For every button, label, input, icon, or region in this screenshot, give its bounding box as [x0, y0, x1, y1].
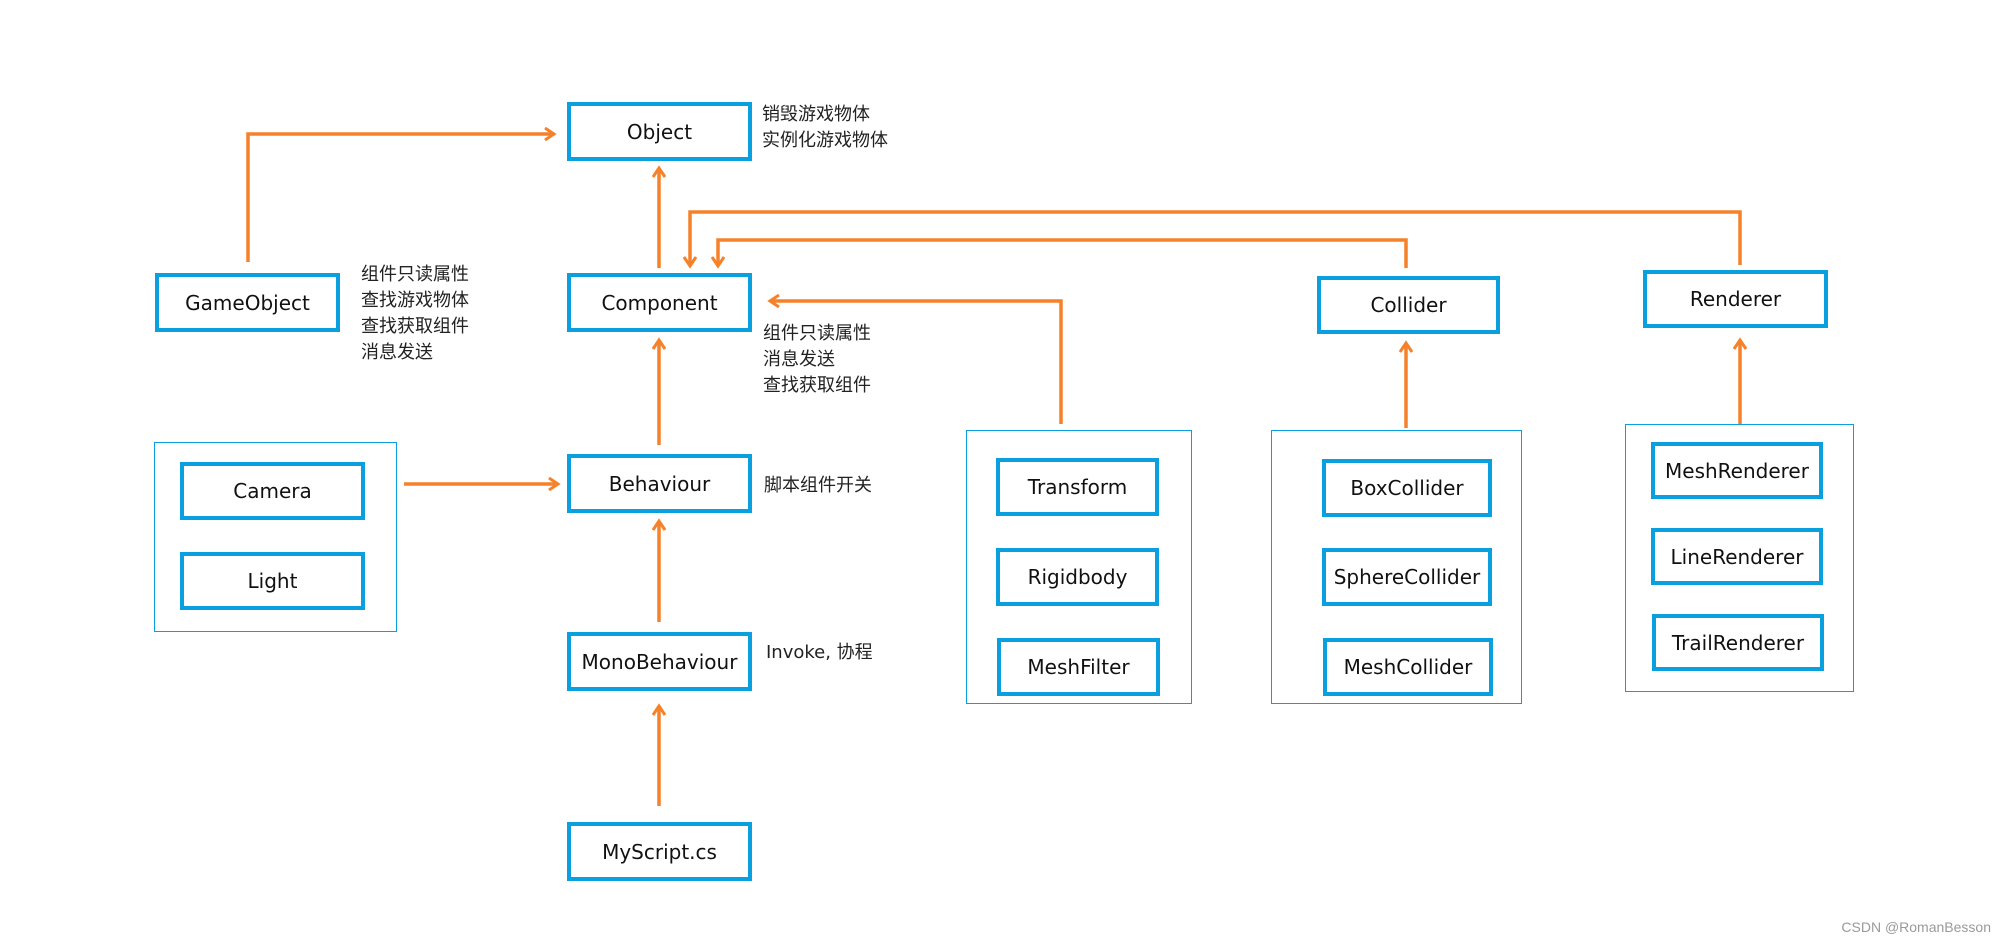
node-label: BoxCollider — [1350, 476, 1464, 500]
note-behaviour: 脚本组件开关 — [764, 473, 872, 499]
diagram-canvas: Object Component Behaviour MonoBehaviour… — [0, 0, 2005, 947]
edge-collider-component — [718, 238, 1408, 268]
edge-gameobject-object — [246, 134, 554, 262]
node-label: MonoBehaviour — [581, 649, 738, 674]
node-label: Rigidbody — [1027, 565, 1128, 589]
note-object: 销毁游戏物体 实例化游戏物体 — [762, 102, 888, 154]
node-label: SphereCollider — [1333, 565, 1481, 589]
node-label: Light — [247, 569, 298, 593]
node-meshcollider[interactable]: MeshCollider — [1323, 638, 1493, 696]
note-line: 查找游戏物体 — [361, 290, 469, 311]
note-line: 查找获取组件 — [361, 316, 469, 337]
node-renderer[interactable]: Renderer — [1643, 270, 1828, 328]
note-line: 实例化游戏物体 — [762, 130, 888, 151]
node-label: Collider — [1370, 293, 1447, 317]
node-rigidbody[interactable]: Rigidbody — [996, 548, 1159, 606]
note-gameobject: 组件只读属性 查找游戏物体 查找获取组件 消息发送 — [361, 262, 469, 366]
node-trailrenderer[interactable]: TrailRenderer — [1652, 614, 1824, 671]
node-label: Object — [626, 119, 693, 144]
note-line: 组件只读属性 — [763, 323, 871, 344]
note-line: 脚本组件开关 — [764, 475, 872, 496]
node-monobehaviour[interactable]: MonoBehaviour — [567, 632, 752, 691]
node-label: Camera — [233, 479, 312, 503]
node-meshrenderer[interactable]: MeshRenderer — [1651, 442, 1823, 499]
node-label: GameObject — [185, 290, 310, 315]
note-line: 查找获取组件 — [763, 375, 871, 396]
node-boxcollider[interactable]: BoxCollider — [1322, 459, 1492, 517]
node-label: Renderer — [1689, 287, 1782, 311]
note-line: 销毁游戏物体 — [762, 104, 870, 125]
node-label: TrailRenderer — [1671, 630, 1805, 655]
node-label: MeshCollider — [1343, 655, 1473, 679]
note-line: 组件只读属性 — [361, 264, 469, 285]
note-line: 消息发送 — [361, 342, 433, 363]
node-label: LineRenderer — [1670, 544, 1804, 569]
node-linerenderer[interactable]: LineRenderer — [1651, 528, 1823, 585]
node-collider[interactable]: Collider — [1317, 276, 1500, 334]
node-label: MyScript.cs — [602, 839, 717, 864]
node-camera[interactable]: Camera — [180, 462, 365, 520]
watermark: CSDN @RomanBesson — [1841, 919, 1991, 935]
note-line: 消息发送 — [763, 349, 835, 370]
node-spherecollider[interactable]: SphereCollider — [1322, 548, 1492, 606]
node-label: MeshFilter — [1027, 655, 1130, 679]
note-monobehaviour: Invoke, 协程 — [766, 640, 873, 666]
node-label: Transform — [1027, 475, 1128, 499]
node-label: Component — [601, 290, 718, 315]
node-behaviour[interactable]: Behaviour — [567, 454, 752, 513]
note-line: Invoke, 协程 — [766, 642, 873, 663]
note-component: 组件只读属性 消息发送 查找获取组件 — [763, 321, 871, 399]
node-gameobject[interactable]: GameObject — [155, 273, 340, 332]
node-transform[interactable]: Transform — [996, 458, 1159, 516]
node-object[interactable]: Object — [567, 102, 752, 161]
node-component[interactable]: Component — [567, 273, 752, 332]
node-label: MeshRenderer — [1665, 458, 1809, 483]
node-myscript[interactable]: MyScript.cs — [567, 822, 752, 881]
node-label: Behaviour — [608, 471, 711, 496]
node-light[interactable]: Light — [180, 552, 365, 610]
node-meshfilter[interactable]: MeshFilter — [997, 638, 1160, 696]
